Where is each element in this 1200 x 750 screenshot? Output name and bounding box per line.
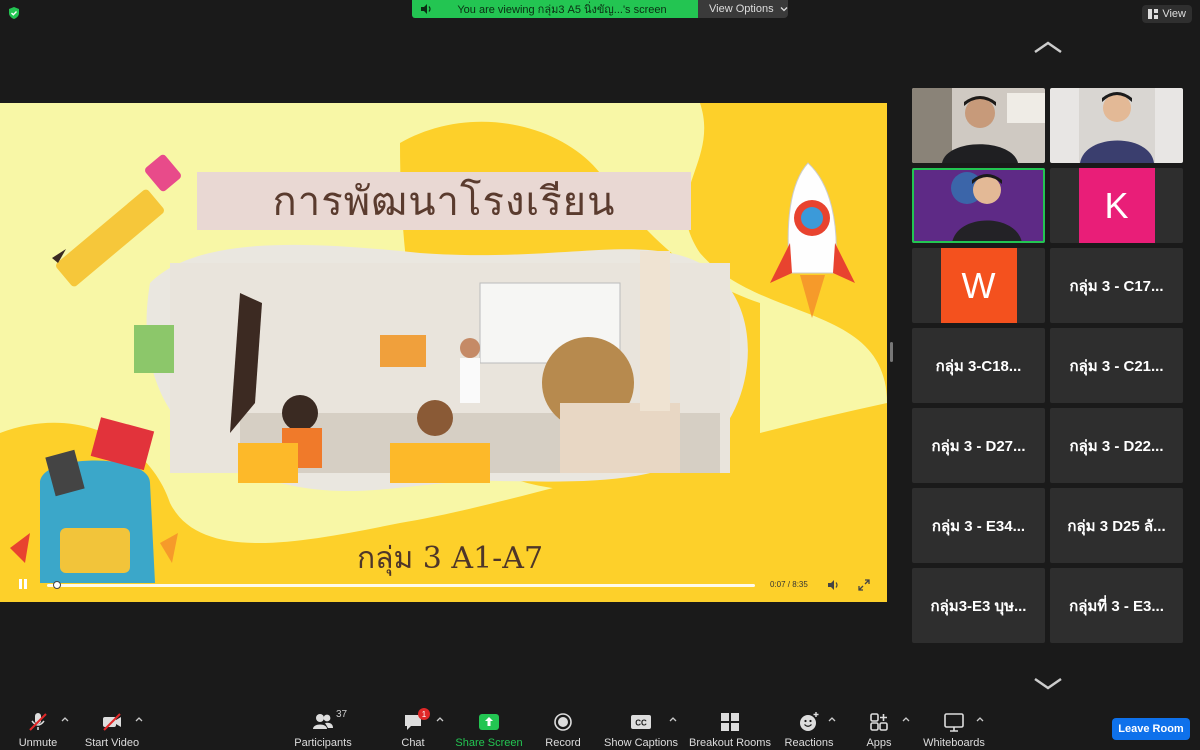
participant-tile[interactable]: กลุ่ม 3-C18...	[912, 328, 1045, 403]
chevron-up-icon[interactable]	[902, 716, 910, 722]
viewing-banner: You are viewing กลุ่ม3 A5 นิ่งขัญ...'s s…	[412, 0, 698, 18]
volume-icon[interactable]	[827, 579, 840, 591]
shield-icon[interactable]	[7, 6, 21, 20]
apps-button[interactable]: Apps	[864, 706, 894, 750]
participant-name: กลุ่ม 3 D25 ลั...	[1067, 517, 1166, 535]
participant-tile[interactable]: กลุ่ม3-E3 บุษ...	[912, 568, 1045, 643]
chevron-down-icon	[780, 7, 788, 12]
viewing-text: You are viewing กลุ่ม3 A5 นิ่งขัญ...'s s…	[457, 4, 667, 16]
video-player-controls: 0:07 / 8:35	[0, 570, 887, 602]
participant-tile[interactable]: กลุ่ม 3 - C21...	[1050, 328, 1183, 403]
breakout-rooms-button[interactable]: Breakout Rooms	[689, 706, 771, 750]
participant-tile[interactable]: กลุ่ม 3 - D22...	[1050, 408, 1183, 483]
chevron-up-icon[interactable]	[135, 716, 143, 722]
show-captions-label: Show Captions	[604, 737, 678, 749]
chevron-up-icon[interactable]	[976, 716, 984, 722]
view-options-button[interactable]: View Options	[698, 0, 788, 18]
grid-icon	[1148, 9, 1159, 19]
participants-icon	[313, 714, 333, 729]
view-button[interactable]: View	[1142, 5, 1192, 23]
whiteboards-label: Whiteboards	[923, 737, 985, 749]
slide-title: การพัฒนาโรงเรียน	[197, 172, 691, 230]
svg-text:CC: CC	[635, 719, 647, 728]
share-screen-icon	[479, 714, 499, 730]
participant-video	[912, 88, 1045, 163]
video-progress-knob[interactable]	[52, 581, 61, 589]
reactions-button[interactable]: Reactions	[784, 706, 834, 750]
participant-video	[912, 168, 1045, 243]
gallery-scroll-down-icon[interactable]	[1033, 676, 1063, 690]
participant-video	[1050, 88, 1183, 163]
chevron-up-icon[interactable]	[669, 716, 677, 722]
splitter-handle[interactable]	[890, 342, 893, 362]
apps-label: Apps	[866, 737, 892, 749]
record-label: Record	[545, 737, 581, 749]
participant-tile[interactable]: กลุ่ม 3 - E34...	[912, 488, 1045, 563]
breakout-rooms-icon	[721, 713, 739, 731]
participant-name: กลุ่ม 3 - E34...	[931, 517, 1026, 535]
avatar: K	[1078, 168, 1155, 243]
participant-tile-active-speaker[interactable]	[912, 168, 1045, 243]
share-screen-button[interactable]: Share Screen	[455, 706, 523, 750]
participant-tile-video[interactable]	[1050, 88, 1183, 163]
chat-badge: 1	[418, 708, 430, 720]
participants-count: 37	[336, 709, 348, 720]
participant-tile-avatar[interactable]: K	[1050, 168, 1183, 243]
whiteboard-icon	[944, 713, 964, 732]
participant-tile[interactable]: กลุ่มที่ 3 - E3...	[1050, 568, 1183, 643]
participant-name: กลุ่ม 3 - C21...	[1069, 357, 1164, 375]
pause-icon[interactable]	[18, 578, 28, 590]
chat-button[interactable]: 1 Chat	[398, 706, 430, 750]
classroom-photo	[134, 251, 730, 483]
whiteboards-button[interactable]: Whiteboards	[922, 706, 986, 750]
share-screen-label: Share Screen	[455, 737, 523, 749]
start-video-button[interactable]: Start Video	[84, 706, 140, 750]
participant-name: กลุ่มที่ 3 - E3...	[1069, 597, 1164, 615]
reactions-icon	[800, 712, 819, 731]
view-label: View	[1162, 8, 1186, 20]
leave-room-button[interactable]: Leave Room	[1112, 718, 1190, 740]
fullscreen-icon[interactable]	[858, 579, 870, 591]
unmute-label: Unmute	[18, 737, 58, 749]
participant-tile[interactable]: กลุ่ม 3 - C17...	[1050, 248, 1183, 323]
video-progress-track[interactable]	[47, 584, 755, 587]
view-options-label: View Options	[709, 3, 774, 15]
participant-tile-video[interactable]	[912, 88, 1045, 163]
participant-tile[interactable]: กลุ่ม 3 D25 ลั...	[1050, 488, 1183, 563]
chat-label: Chat	[401, 737, 425, 749]
shared-screen[interactable]: การพัฒนาโรงเรียน กลุ่ม 3 A1-A7 0:07 / 8:…	[0, 103, 887, 602]
unmute-button[interactable]: Unmute	[14, 706, 62, 750]
participants-label: Participants	[294, 737, 352, 749]
participants-button[interactable]: 37 Participants	[293, 706, 353, 750]
avatar: W	[940, 248, 1017, 323]
chat-icon-wrap: 1	[402, 708, 430, 733]
reactions-label: Reactions	[784, 737, 834, 749]
video-camera-off-icon	[103, 713, 121, 731]
chevron-up-icon[interactable]	[828, 716, 836, 722]
zoom-meeting-window: You are viewing กลุ่ม3 A5 นิ่งขัญ...'s s…	[0, 0, 1200, 750]
participant-tile-avatar[interactable]: W	[912, 248, 1045, 323]
gallery-scroll-up-icon[interactable]	[1033, 40, 1063, 54]
video-time: 0:07 / 8:35	[770, 580, 808, 589]
apps-icon	[870, 713, 888, 731]
participant-name: กลุ่ม 3 - C17...	[1069, 277, 1164, 295]
participant-name: กลุ่ม 3 - D27...	[931, 437, 1026, 455]
record-icon	[554, 713, 572, 731]
meeting-toolbar: Unmute Start Video 37 Participants 1 Cha…	[0, 706, 1200, 750]
show-captions-button[interactable]: CC Show Captions	[604, 706, 678, 750]
participant-tile[interactable]: กลุ่ม 3 - D27...	[912, 408, 1045, 483]
participant-name: กลุ่ม3-E3 บุษ...	[930, 597, 1027, 615]
breakout-rooms-label: Breakout Rooms	[689, 737, 771, 749]
record-button[interactable]: Record	[545, 706, 581, 750]
chevron-up-icon[interactable]	[436, 716, 444, 722]
start-video-label: Start Video	[84, 737, 140, 749]
participant-name: กลุ่ม 3-C18...	[935, 357, 1022, 375]
participant-name: กลุ่ม 3 - D22...	[1069, 437, 1164, 455]
microphone-muted-icon	[29, 713, 47, 731]
chevron-up-icon[interactable]	[61, 716, 69, 722]
captions-icon: CC	[631, 715, 651, 729]
